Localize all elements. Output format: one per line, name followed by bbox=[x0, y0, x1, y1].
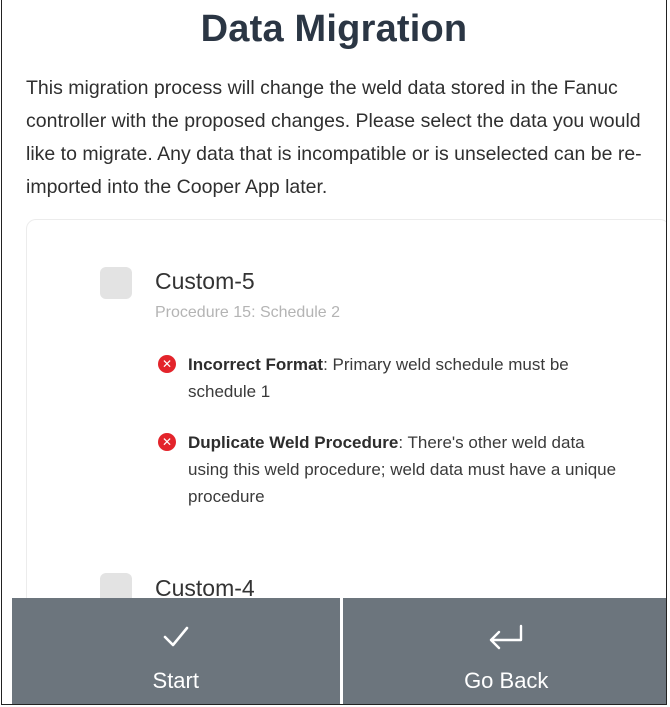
error-circle-icon: ✕ bbox=[158, 433, 176, 451]
item-subtitle: Procedure 15: Schedule 2 bbox=[155, 304, 341, 321]
page-title: Data Migration bbox=[200, 8, 468, 50]
return-arrow-icon bbox=[343, 620, 667, 654]
go-back-button[interactable]: Go Back bbox=[339, 598, 667, 704]
intro-text: This migration process will change the w… bbox=[26, 77, 642, 198]
error-title: Incorrect Format bbox=[188, 355, 324, 374]
migration-list[interactable]: Custom-5 Procedure 15: Schedule 2 ✕ Inco… bbox=[26, 219, 666, 609]
error-title: Duplicate Weld Procedure bbox=[188, 433, 399, 452]
start-label: Start bbox=[152, 668, 199, 693]
checkmark-icon bbox=[12, 620, 340, 654]
error-message: ✕ Duplicate Weld Procedure: There's othe… bbox=[158, 429, 628, 510]
error-circle-icon: ✕ bbox=[158, 355, 176, 373]
error-message: ✕ Incorrect Format: Primary weld schedul… bbox=[158, 351, 628, 405]
migration-item: Custom-5 Procedure 15: Schedule 2 ✕ Inco… bbox=[100, 266, 660, 566]
go-back-label: Go Back bbox=[464, 668, 549, 693]
migration-dialog: Data Migration This migration process wi… bbox=[1, 0, 667, 705]
action-bar: Start Go Back bbox=[12, 598, 667, 704]
item-name: Custom-5 bbox=[155, 268, 255, 294]
item-checkbox[interactable] bbox=[100, 267, 132, 299]
start-button[interactable]: Start bbox=[12, 598, 340, 704]
